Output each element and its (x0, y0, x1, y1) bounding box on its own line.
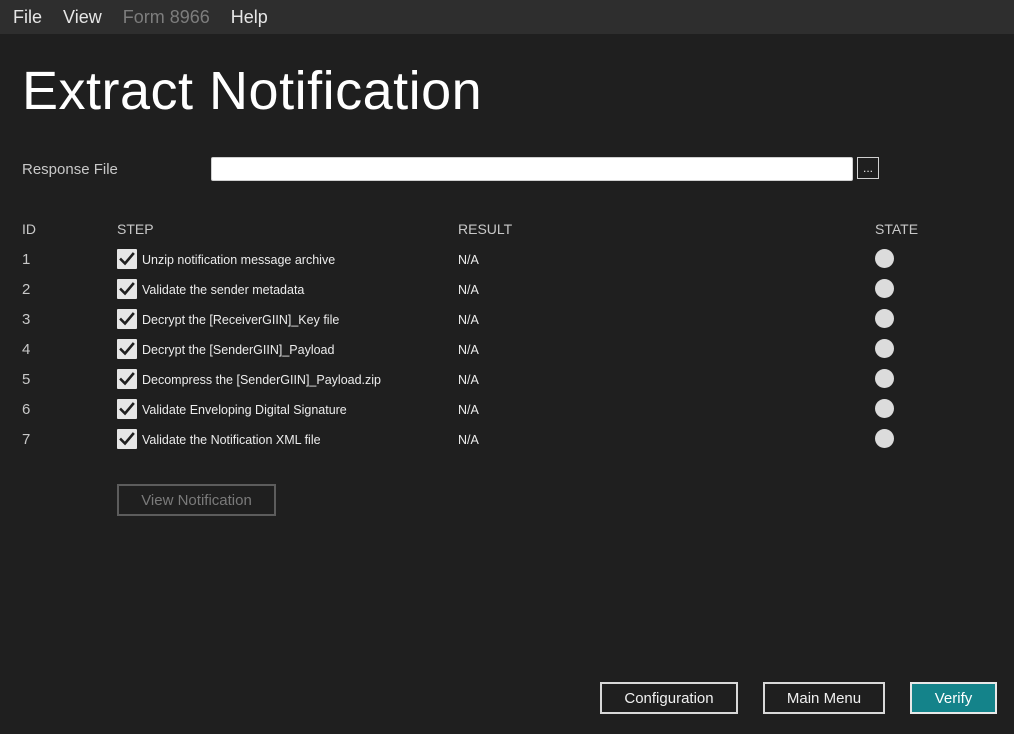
response-file-label: Response File (22, 161, 118, 178)
step-label: Validate the Notification XML file (142, 433, 321, 447)
step-checkbox[interactable] (117, 309, 137, 329)
step-id: 7 (22, 431, 31, 448)
table-row: 7 Validate the Notification XML file N/A (0, 425, 1014, 455)
verify-button[interactable]: Verify (910, 682, 997, 714)
menu-view[interactable]: View (58, 7, 110, 28)
state-indicator-icon (875, 279, 894, 298)
state-indicator-icon (875, 309, 894, 328)
step-checkbox[interactable] (117, 369, 137, 389)
table-row: 3 Decrypt the [ReceiverGIIN]_Key file N/A (0, 305, 1014, 335)
checkmark-icon (119, 342, 135, 356)
configuration-button[interactable]: Configuration (600, 682, 738, 714)
step-label: Validate the sender metadata (142, 283, 305, 297)
step-checkbox[interactable] (117, 399, 137, 419)
view-notification-button[interactable]: View Notification (117, 484, 276, 516)
step-result: N/A (458, 343, 479, 357)
step-id: 1 (22, 251, 31, 268)
state-indicator-icon (875, 369, 894, 388)
state-indicator-icon (875, 339, 894, 358)
checkmark-icon (119, 252, 135, 266)
menu-file[interactable]: File (8, 7, 50, 28)
step-id: 5 (22, 371, 31, 388)
page-title: Extract Notification (22, 61, 483, 121)
step-label: Decrypt the [ReceiverGIIN]_Key file (142, 313, 340, 327)
step-result: N/A (458, 253, 479, 267)
menu-form-8966[interactable]: Form 8966 (118, 7, 218, 28)
menu-bar: File View Form 8966 Help (0, 0, 1014, 34)
table-row: 2 Validate the sender metadata N/A (0, 275, 1014, 305)
step-checkbox[interactable] (117, 249, 137, 269)
header-step: STEP (117, 221, 154, 237)
header-state: STATE (875, 221, 919, 237)
table-row: 5 Decompress the [SenderGIIN]_Payload.zip… (0, 365, 1014, 395)
table-row: 6 Validate Enveloping Digital Signature N/… (0, 395, 1014, 425)
step-result: N/A (458, 403, 479, 417)
step-label: Unzip notification message archive (142, 253, 336, 267)
step-id: 2 (22, 281, 31, 298)
step-checkbox[interactable] (117, 279, 137, 299)
checkmark-icon (119, 312, 135, 326)
state-indicator-icon (875, 249, 894, 268)
step-id: 6 (22, 401, 31, 418)
main-menu-button[interactable]: Main Menu (763, 682, 885, 714)
step-result: N/A (458, 313, 479, 327)
step-checkbox[interactable] (117, 339, 137, 359)
step-label: Decompress the [SenderGIIN]_Payload.zip (142, 373, 382, 387)
header-id: ID (22, 221, 36, 237)
step-id: 4 (22, 341, 31, 358)
checkmark-icon (119, 402, 135, 416)
checkmark-icon (119, 432, 135, 446)
step-id: 3 (22, 311, 31, 328)
step-result: N/A (458, 373, 479, 387)
browse-button[interactable]: ... (857, 157, 879, 179)
step-label: Decrypt the [SenderGIIN]_Payload (142, 343, 335, 357)
checkmark-icon (119, 372, 135, 386)
step-result: N/A (458, 433, 479, 447)
response-file-input[interactable] (211, 157, 853, 181)
menu-help[interactable]: Help (226, 7, 276, 28)
table-row: 4 Decrypt the [SenderGIIN]_Payload N/A (0, 335, 1014, 365)
step-result: N/A (458, 283, 479, 297)
checkmark-icon (119, 282, 135, 296)
step-checkbox[interactable] (117, 429, 137, 449)
step-label: Validate Enveloping Digital Signature (142, 403, 347, 417)
state-indicator-icon (875, 399, 894, 418)
state-indicator-icon (875, 429, 894, 448)
table-row: 1 Unzip notification message archive N/A (0, 245, 1014, 275)
header-result: RESULT (458, 221, 513, 237)
